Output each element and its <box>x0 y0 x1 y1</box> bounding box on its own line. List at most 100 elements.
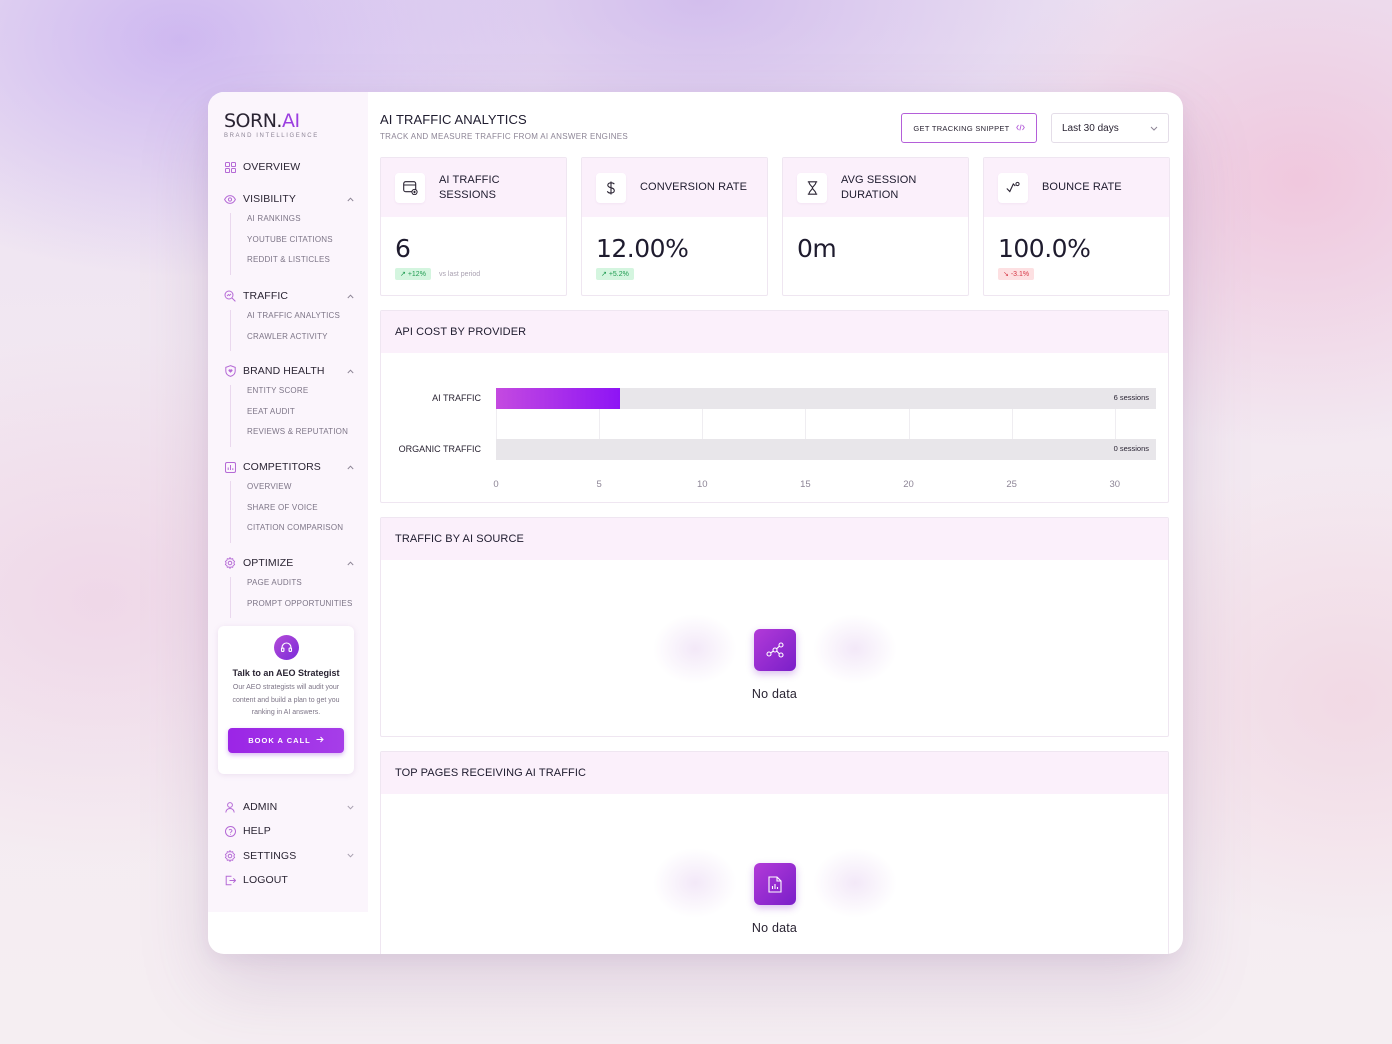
sidebar-item-help[interactable]: HELP <box>208 819 368 843</box>
sidebar-subitem-ai-rankings[interactable]: AI RANKINGS <box>247 213 368 234</box>
kpi-card-bounce-rate: BOUNCE RATE 100.0% ↘ -3.1% <box>983 157 1170 296</box>
empty-state: No data <box>381 560 1168 736</box>
sidebar-sublist: PAGE AUDITS PROMPT OPPORTUNITIES <box>230 577 368 618</box>
sidebar-item-label: HELP <box>243 825 271 838</box>
trend-up-icon: ↗ <box>601 271 607 278</box>
sidebar-item-brand-health[interactable]: BRAND HEALTH <box>208 363 368 379</box>
kpi-card-avg-session-duration: AVG SESSION DURATION 0m <box>782 157 969 296</box>
sidebar-item-visibility[interactable]: VISIBILITY <box>208 191 368 207</box>
trend-badge: ↗ +5.2% <box>596 268 634 280</box>
code-icon <box>1015 123 1025 133</box>
sidebar-subitem-competitors-overview[interactable]: OVERVIEW <box>247 481 368 502</box>
chart-bar-value-label: 6 sessions <box>1113 393 1149 402</box>
arrow-right-icon <box>316 736 324 745</box>
app-window: SORN.AI BRAND INTELLIGENCE OVERVIEW VISI… <box>208 92 1183 954</box>
page-subtitle: TRACK AND MEASURE TRAFFIC FROM AI ANSWER… <box>380 132 629 141</box>
chart-bar-value-label: 0 sessions <box>1113 444 1149 453</box>
logout-icon <box>224 874 236 886</box>
sidebar-subitem-citation-comparison[interactable]: CITATION COMPARISON <box>247 522 368 543</box>
sidebar-subitem-share-of-voice[interactable]: SHARE OF VOICE <box>247 502 368 523</box>
bounce-arrow-icon <box>998 172 1028 203</box>
get-tracking-snippet-button[interactable]: GET TRACKING SNIPPET <box>901 113 1037 143</box>
sidebar-section-brand-health: BRAND HEALTH ENTITY SCORE EEAT AUDIT REV… <box>208 363 368 447</box>
gear-icon <box>224 849 236 862</box>
sidebar-subitem-prompt-opportunities[interactable]: PROMPT OPPORTUNITIES <box>247 598 368 619</box>
date-range-value: Last 30 days <box>1062 122 1119 134</box>
date-range-select[interactable]: Last 30 days <box>1051 113 1169 143</box>
logo-name-accent: AI <box>281 110 300 132</box>
help-circle-icon <box>224 825 236 837</box>
sidebar-subitem-reviews-reputation[interactable]: REVIEWS & REPUTATION <box>247 426 368 447</box>
api-cost-panel: API COST BY PROVIDER 0 5 10 15 20 25 30 AI TRAF… <box>380 310 1169 503</box>
sidebar-section-optimize: OPTIMIZE PAGE AUDITS PROMPT OPPORTUNITIE… <box>208 555 368 618</box>
chevron-down-icon <box>1150 123 1158 134</box>
sidebar-subitem-ai-traffic-analytics[interactable]: AI TRAFFIC ANALYTICS <box>247 310 368 331</box>
sidebar-subitem-entity-score[interactable]: ENTITY SCORE <box>247 385 368 406</box>
chevron-up-icon[interactable] <box>346 463 354 471</box>
main-content: AI TRAFFIC ANALYTICS TRACK AND MEASURE T… <box>368 92 1183 954</box>
heart-shield-icon <box>224 365 236 377</box>
kpi-value: 0m <box>797 234 837 263</box>
search-chart-icon <box>224 290 236 302</box>
chevron-down-icon[interactable] <box>346 803 354 811</box>
chart-category-label: ORGANIC TRAFFIC <box>398 444 481 454</box>
get-tracking-snippet-label: GET TRACKING SNIPPET <box>913 123 1010 133</box>
kpi-label: AI TRAFFIC SESSIONS <box>439 173 500 201</box>
kpi-value: 12.00% <box>596 234 689 263</box>
logo[interactable]: SORN.AI BRAND INTELLIGENCE <box>224 110 319 139</box>
kpi-label: CONVERSION RATE <box>640 181 748 193</box>
sidebar-item-label: ADMIN <box>243 801 278 814</box>
chevron-up-icon[interactable] <box>346 195 354 203</box>
sidebar-item-settings[interactable]: SETTINGS <box>208 844 368 868</box>
sidebar-subitem-reddit-listicles[interactable]: REDDIT & LISTICLES <box>247 254 368 275</box>
cta-description: Our AEO strategists will audit your cont… <box>232 684 340 716</box>
kpi-value: 6 <box>395 234 411 263</box>
chevron-up-icon[interactable] <box>346 367 354 375</box>
chevron-up-icon[interactable] <box>346 559 354 567</box>
kpi-card-conversion-rate: CONVERSION RATE 12.00% ↗ +5.2% <box>581 157 768 296</box>
sidebar-section-competitors: COMPETITORS OVERVIEW SHARE OF VOICE CITA… <box>208 459 368 543</box>
sidebar-item-label: OPTIMIZE <box>243 557 294 569</box>
sidebar-item-competitors[interactable]: COMPETITORS <box>208 459 368 475</box>
sidebar-item-logout[interactable]: LOGOUT <box>208 868 368 892</box>
eye-icon <box>224 193 236 205</box>
sidebar-subitem-crawler-activity[interactable]: CRAWLER ACTIVITY <box>247 331 368 352</box>
sidebar-sublist: OVERVIEW SHARE OF VOICE CITATION COMPARI… <box>230 481 368 543</box>
dollar-icon <box>596 172 626 203</box>
gear-icon <box>224 557 236 569</box>
trend-down-icon: ↘ <box>1003 271 1009 278</box>
sidebar-section-traffic: TRAFFIC AI TRAFFIC ANALYTICS CRAWLER ACT… <box>208 288 368 351</box>
comparison-note: vs last period <box>438 270 481 278</box>
trend-badge: ↗ +12% <box>395 268 431 280</box>
chart-bar[interactable] <box>496 388 620 409</box>
empty-state-text: No data <box>751 687 798 701</box>
page-title: AI TRAFFIC ANALYTICS <box>380 112 527 127</box>
api-cost-chart: 0 5 10 15 20 25 30 AI TRAFFIC 6 sessions ORGANIC … <box>381 353 1168 502</box>
document-chart-icon <box>753 863 796 905</box>
chart-x-tick-label: 5 <box>596 479 602 490</box>
headset-icon <box>273 635 299 660</box>
sidebar-subitem-youtube-citations[interactable]: YOUTUBE CITATIONS <box>247 234 368 255</box>
sidebar-item-label: COMPETITORS <box>243 461 321 473</box>
kpi-card-ai-traffic-sessions: AI TRAFFIC SESSIONS 6 ↗ +12% vs last per… <box>380 157 567 296</box>
sidebar-item-optimize[interactable]: OPTIMIZE <box>208 555 368 571</box>
sidebar-item-admin[interactable]: ADMIN <box>208 795 368 819</box>
sidebar-subitem-page-audits[interactable]: PAGE AUDITS <box>247 577 368 598</box>
sidebar-sublist: ENTITY SCORE EEAT AUDIT REVIEWS & REPUTA… <box>230 385 368 447</box>
sidebar-item-traffic[interactable]: TRAFFIC <box>208 288 368 304</box>
chevron-up-icon[interactable] <box>346 292 354 300</box>
sidebar-item-label: OVERVIEW <box>243 161 301 173</box>
user-icon <box>224 801 236 813</box>
kpi-label: AVG SESSION DURATION <box>841 173 917 201</box>
cta-title: Talk to an AEO Strategist <box>232 668 340 678</box>
sidebar-item-overview[interactable]: OVERVIEW <box>208 159 368 175</box>
chart-x-tick-label: 0 <box>493 479 499 490</box>
sidebar-subitem-eeat-audit[interactable]: EEAT AUDIT <box>247 406 368 427</box>
chart-bar-track: 6 sessions <box>496 388 1156 409</box>
sidebar: SORN.AI BRAND INTELLIGENCE OVERVIEW VISI… <box>208 92 368 912</box>
chevron-down-icon[interactable] <box>346 852 354 860</box>
empty-state: No data <box>381 794 1168 954</box>
sidebar-item-label: VISIBILITY <box>243 193 296 205</box>
book-a-call-button[interactable]: BOOK A CALL <box>228 727 344 753</box>
logo-name: SORN. <box>224 110 282 132</box>
